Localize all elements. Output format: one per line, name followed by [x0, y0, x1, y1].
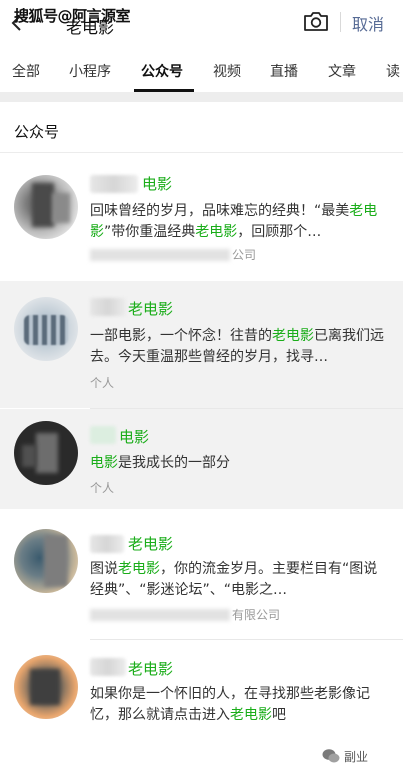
account-type: 有限公司 — [232, 608, 281, 622]
section-gap — [0, 92, 403, 102]
name-redaction — [90, 298, 126, 316]
account-name: 电影 — [119, 428, 150, 446]
account-description: 图说老电影，你的流金岁月。主要栏目有“图说经典”、“影迷论坛”、“电影之… — [90, 561, 378, 598]
account-type: 个人 — [90, 376, 115, 390]
result-item[interactable]: 电影 电影是我成长的一部分 个人 — [0, 409, 403, 509]
result-item[interactable]: 老电影 图说老电影，你的流金岁月。主要栏目有“图说经典”、“影迷论坛”、“电影之… — [0, 509, 403, 639]
filter-tabs: 全部 小程序 公众号 视频 直播 文章 读 — [0, 52, 403, 92]
tab-read[interactable]: 读 — [386, 61, 400, 81]
tab-article[interactable]: 文章 — [328, 61, 356, 81]
account-name: 老电影 — [128, 535, 174, 553]
cancel-button[interactable]: 取消 — [352, 11, 384, 35]
account-type: 公司 — [232, 248, 257, 262]
avatar — [14, 529, 78, 593]
avatar — [14, 297, 78, 361]
account-name: 老电影 — [128, 300, 174, 318]
result-item[interactable]: 老电影 如果你是一个怀旧的人，在寻找那些老影像记忆，那么就请点击进入老电影吧 — [0, 640, 403, 778]
result-item[interactable]: 老电影 一部电影，一个怀念！往昔的老电影已离我们远去。今天重温那些曾经的岁月，找… — [0, 281, 403, 408]
account-type: 个人 — [90, 481, 115, 495]
avatar — [14, 175, 78, 239]
avatar — [14, 421, 78, 485]
tab-video[interactable]: 视频 — [213, 61, 241, 81]
camera-icon[interactable] — [303, 10, 329, 32]
name-redaction — [90, 535, 124, 553]
result-item[interactable]: 电影 回味曾经的岁月，品味难忘的经典！“最美老电影”带你重温经典老电影，回顾那个… — [0, 153, 403, 281]
account-description: 电影是我成长的一部分 — [90, 455, 230, 471]
tab-all[interactable]: 全部 — [12, 61, 40, 81]
search-bar: 搜狐号@阿言源室 老电影 取消 — [0, 0, 403, 44]
section-title: 公众号 — [14, 123, 60, 141]
name-redaction — [90, 175, 138, 193]
name-redaction — [90, 658, 126, 676]
wechat-search-page: 搜狐号@阿言源室 老电影 取消 全部 小程序 公众号 视频 直播 文章 读 公众… — [0, 0, 403, 778]
search-input[interactable]: 老电影 — [66, 14, 114, 38]
tab-live[interactable]: 直播 — [270, 61, 298, 81]
account-description: 一部电影，一个怀念！往昔的老电影已离我们远去。今天重温那些曾经的岁月，找寻… — [90, 328, 384, 365]
wechat-logo-icon — [322, 749, 340, 763]
account-name: 电影 — [142, 175, 173, 193]
divider — [340, 12, 341, 32]
meta-redaction — [90, 609, 230, 621]
tab-official-account[interactable]: 公众号 — [141, 61, 183, 81]
account-name: 老电影 — [128, 660, 174, 678]
meta-redaction — [90, 249, 230, 261]
tab-mini-program[interactable]: 小程序 — [69, 61, 111, 81]
corner-brand: 副业 — [344, 750, 369, 764]
avatar — [14, 655, 78, 719]
account-description: 回味曾经的岁月，品味难忘的经典！“最美老电影”带你重温经典老电影，回顾那个… — [90, 203, 378, 240]
account-description: 如果你是一个怀旧的人，在寻找那些老影像记忆，那么就请点击进入老电影吧 — [90, 686, 370, 723]
name-redaction — [90, 426, 116, 444]
